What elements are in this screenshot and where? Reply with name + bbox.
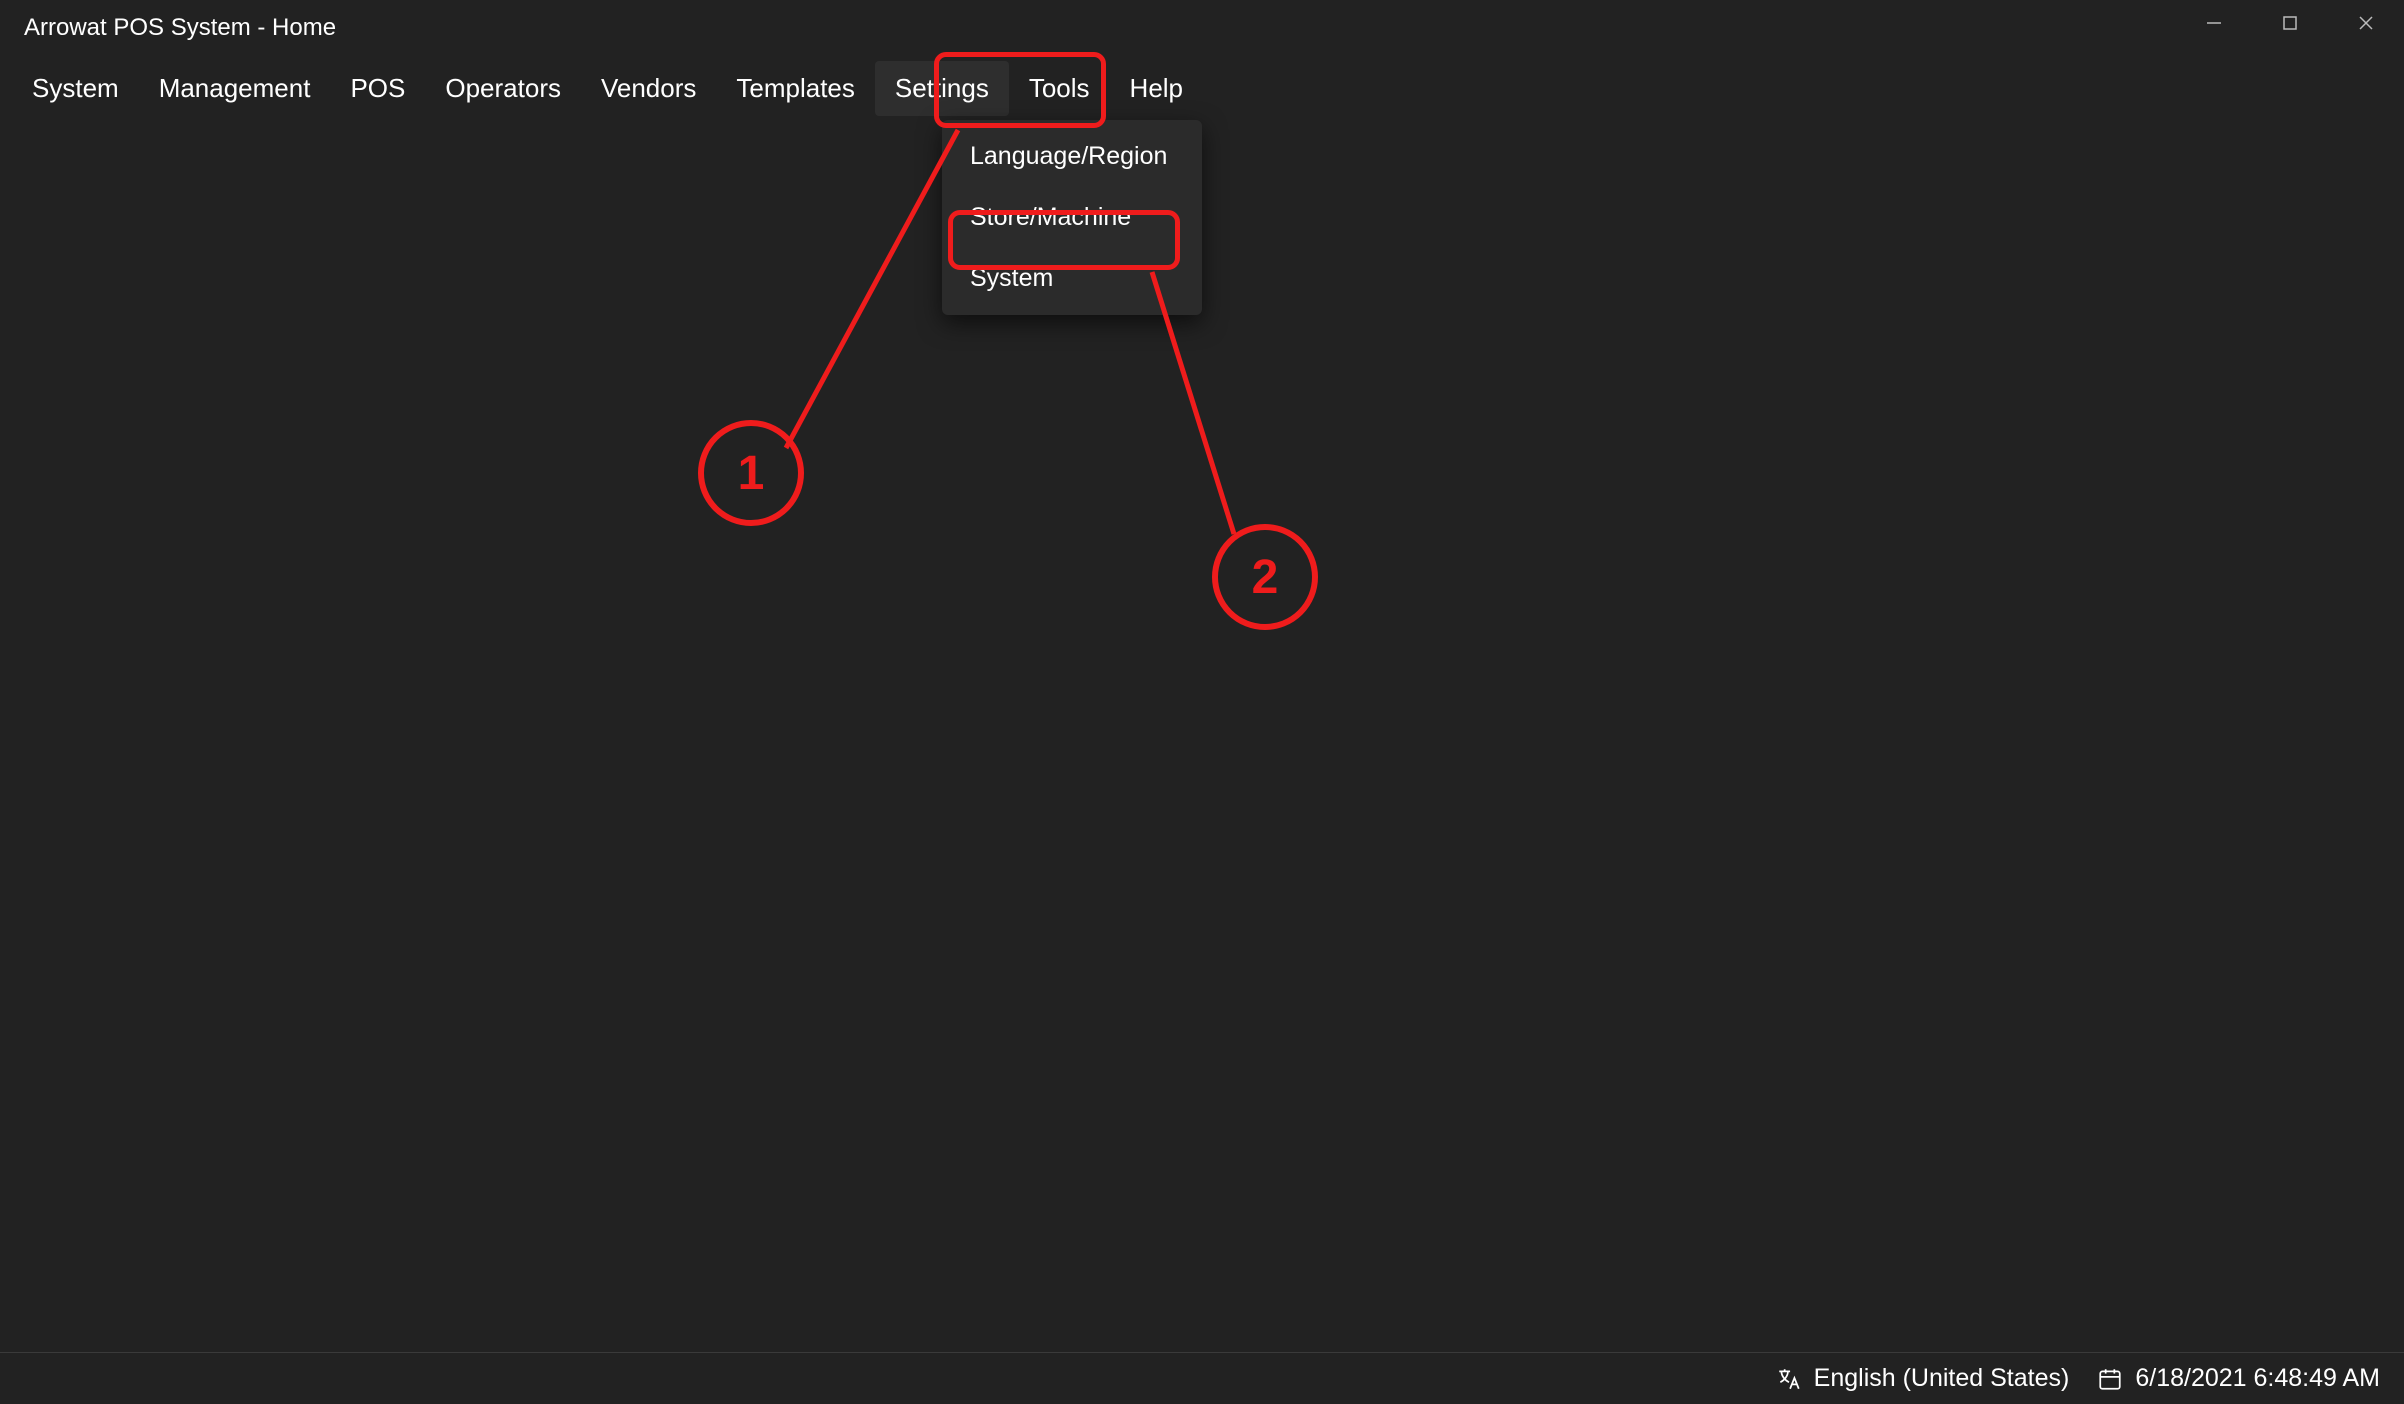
status-datetime[interactable]: 6/18/2021 6:48:49 AM: [2097, 1364, 2380, 1393]
dropdown-language-region[interactable]: Language/Region: [948, 126, 1196, 187]
content-area: [0, 120, 2404, 1352]
minimize-button[interactable]: [2176, 0, 2252, 46]
minimize-icon: [2205, 14, 2223, 32]
menu-pos[interactable]: POS: [330, 61, 425, 116]
menu-management[interactable]: Management: [139, 61, 331, 116]
menu-tools[interactable]: Tools: [1009, 61, 1110, 116]
app-window: Arrowat POS System - Home System Managem…: [0, 0, 2404, 1404]
maximize-button[interactable]: [2252, 0, 2328, 46]
menu-help[interactable]: Help: [1110, 61, 1203, 116]
status-datetime-label: 6/18/2021 6:48:49 AM: [2135, 1364, 2380, 1393]
language-icon: [1776, 1366, 1802, 1392]
status-language-label: English (United States): [1814, 1364, 2070, 1393]
close-icon: [2357, 14, 2375, 32]
calendar-icon: [2097, 1366, 2123, 1392]
menu-settings[interactable]: Settings: [875, 61, 1009, 116]
menu-system[interactable]: System: [12, 61, 139, 116]
titlebar: Arrowat POS System - Home: [0, 0, 2404, 56]
dropdown-store-machine[interactable]: Store/Machine: [948, 187, 1196, 248]
menubar: System Management POS Operators Vendors …: [0, 56, 2404, 120]
menu-templates[interactable]: Templates: [716, 61, 875, 116]
menu-vendors[interactable]: Vendors: [581, 61, 716, 116]
status-language[interactable]: English (United States): [1776, 1364, 2070, 1393]
dropdown-system[interactable]: System: [948, 248, 1196, 309]
window-title: Arrowat POS System - Home: [24, 14, 336, 42]
window-controls: [2176, 0, 2404, 56]
maximize-icon: [2281, 14, 2299, 32]
settings-dropdown: Language/Region Store/Machine System: [942, 120, 1202, 315]
menu-operators[interactable]: Operators: [425, 61, 581, 116]
statusbar: English (United States) 6/18/2021 6:48:4…: [0, 1352, 2404, 1404]
close-button[interactable]: [2328, 0, 2404, 46]
